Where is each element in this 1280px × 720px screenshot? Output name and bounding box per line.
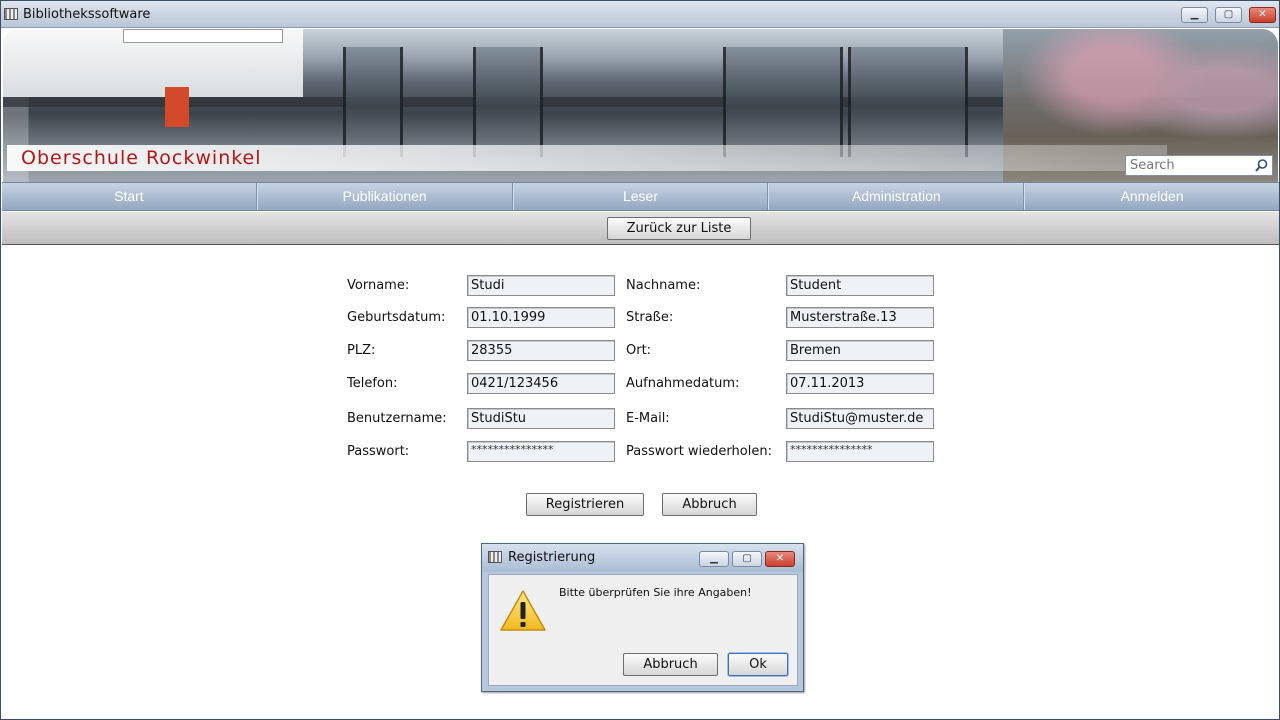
banner-image: Oberschule Rockwinkel [3,29,1278,182]
school-name: Oberschule Rockwinkel [21,147,262,169]
minimize-button[interactable]: ▁ [1181,7,1208,23]
vorname-field[interactable]: Studi [467,275,615,296]
main-nav: Start Publikationen Leser Administration… [2,182,1279,211]
dialog-ok-button[interactable]: Ok [728,653,788,676]
password-repeat-field[interactable]: *************** [786,441,934,462]
label-ort: Ort: [626,343,652,358]
dialog-app-icon [488,551,502,563]
plz-field[interactable]: 28355 [467,340,615,361]
label-email: E-Mail: [626,411,670,426]
nav-item-administration[interactable]: Administration [768,183,1025,210]
cancel-button[interactable]: Abbruch [662,493,757,516]
strasse-field[interactable]: Musterstraße.13 [786,307,934,328]
label-geburtsdatum: Geburtsdatum: [347,310,446,325]
geburtsdatum-field[interactable]: 01.10.1999 [467,307,615,328]
close-icon: ✕ [1258,9,1267,20]
dialog-title: Registrierung [508,550,596,565]
app-icon [4,8,18,20]
minimize-icon: ▁ [1190,9,1199,20]
nav-item-anmelden[interactable]: Anmelden [1024,183,1279,210]
close-icon: ✕ [775,553,785,564]
nachname-field[interactable]: Student [786,275,934,296]
registration-dialog: Registrierung ▁ ▢ ✕ Bitte überprüfen Sie… [481,543,804,692]
label-telefon: Telefon: [347,376,398,391]
main-window: Bibliothekssoftware ▁ ▢ ✕ Oberschule Roc… [0,0,1280,720]
dialog-titlebar[interactable]: Registrierung ▁ ▢ ✕ [482,544,803,572]
maximize-icon: ▢ [742,553,752,564]
ort-field[interactable]: Bremen [786,340,934,361]
search-icon[interactable] [1254,158,1269,173]
close-button[interactable]: ✕ [1249,7,1276,23]
warning-icon [500,590,546,631]
label-benutzername: Benutzername: [347,411,447,426]
dialog-maximize-button[interactable]: ▢ [732,551,762,567]
window-titlebar[interactable]: Bibliothekssoftware ▁ ▢ ✕ [1,1,1279,28]
back-to-list-button[interactable]: Zurück zur Liste [607,217,751,240]
dialog-minimize-button[interactable]: ▁ [699,551,729,567]
label-aufnahmedatum: Aufnahmedatum: [626,376,740,391]
minimize-icon: ▁ [710,553,718,564]
dialog-cancel-button[interactable]: Abbruch [623,653,718,676]
dialog-message: Bitte überprüfen Sie ihre Angaben! [559,586,752,599]
maximize-button[interactable]: ▢ [1215,7,1242,23]
nav-item-leser[interactable]: Leser [512,183,769,210]
label-passwort: Passwort: [347,444,410,459]
email-field[interactable]: StudiStu@muster.de [786,408,934,429]
label-plz: PLZ: [347,343,376,358]
label-vorname: Vorname: [347,278,410,293]
window-title: Bibliothekssoftware [23,7,151,22]
label-nachname: Nachname: [626,278,701,293]
aufnahmedatum-field[interactable]: 07.11.2013 [786,373,934,394]
maximize-icon: ▢ [1223,9,1234,20]
dialog-body: Bitte überprüfen Sie ihre Angaben! Abbru… [488,574,798,686]
label-strasse: Straße: [626,310,674,325]
benutzername-field[interactable]: StudiStu [467,408,615,429]
dialog-close-button[interactable]: ✕ [765,551,795,567]
register-button[interactable]: Registrieren [526,493,644,516]
nav-item-start[interactable]: Start [2,183,257,210]
search-field[interactable] [1125,155,1273,176]
label-passwort-wiederholen: Passwort wiederholen: [626,444,772,459]
toolbar: Zurück zur Liste [2,212,1279,245]
telefon-field[interactable]: 0421/123456 [467,373,615,394]
search-input[interactable] [1130,157,1250,174]
nav-item-publikationen[interactable]: Publikationen [256,183,513,210]
password-field[interactable]: *************** [467,441,615,462]
